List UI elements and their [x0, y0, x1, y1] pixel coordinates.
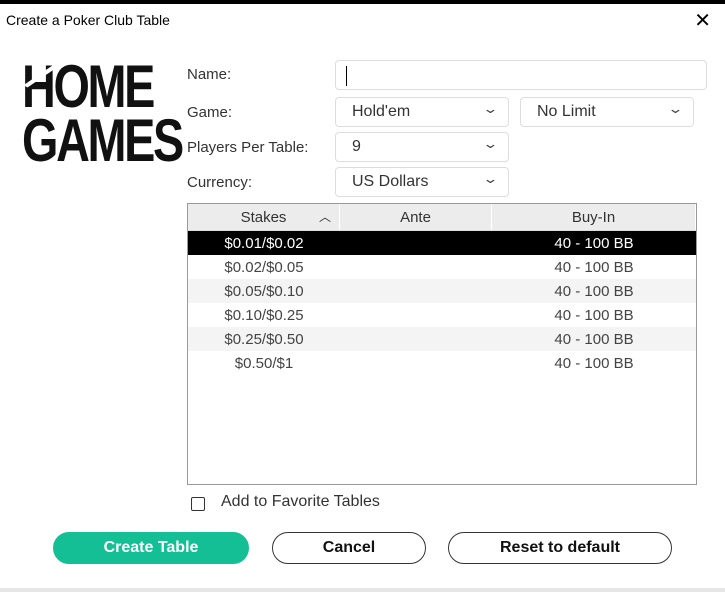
game-label: Game: [187, 104, 233, 121]
sort-ascending-icon: ︿ [318, 210, 331, 224]
players-value: 9 [352, 138, 361, 155]
buyin-cell: 40 - 100 BB [554, 330, 634, 348]
chevron-down-icon: ⌄ [482, 171, 499, 186]
chevron-down-icon: ⌄ [482, 101, 499, 116]
limit-select[interactable]: No Limit ⌄ [520, 97, 694, 127]
limit-value: No Limit [537, 103, 596, 120]
table-row[interactable]: $0.01/$0.02 40 - 100 BB [188, 231, 696, 255]
stakes-cell: $0.25/$0.50 [224, 330, 304, 348]
chevron-down-icon: ⌄ [667, 101, 684, 116]
game-select[interactable]: Hold'em ⌄ [335, 97, 509, 127]
currency-select[interactable]: US Dollars ⌄ [335, 167, 509, 197]
table-row[interactable]: $0.10/$0.25 40 - 100 BB [188, 303, 696, 327]
name-input[interactable] [335, 60, 707, 90]
header-ante[interactable]: Ante [340, 204, 492, 230]
currency-value: US Dollars [352, 173, 429, 190]
table-row[interactable]: $0.02/$0.05 40 - 100 BB [188, 255, 696, 279]
header-stakes-label: Stakes [240, 209, 287, 226]
cancel-button[interactable]: Cancel [272, 532, 426, 564]
game-value: Hold'em [352, 103, 411, 120]
close-icon[interactable]: ✕ [694, 8, 711, 33]
buyin-cell: 40 - 100 BB [554, 234, 634, 252]
bottom-edge [0, 588, 725, 592]
table-row[interactable]: $0.05/$0.10 40 - 100 BB [188, 279, 696, 303]
header-buyin-label: Buy-In [571, 209, 616, 226]
favorite-label: Add to Favorite Tables [221, 493, 380, 510]
title-bar: Create a Poker Club Table ✕ [0, 4, 725, 36]
buyin-cell: 40 - 100 BB [554, 258, 634, 276]
stakes-cell: $0.50/$1 [234, 354, 294, 372]
buyin-cell: 40 - 100 BB [554, 306, 634, 324]
table-row[interactable]: $0.50/$1 40 - 100 BB [188, 351, 696, 375]
stakes-cell: $0.05/$0.10 [224, 282, 304, 300]
home-games-logo: HOME GAMES [22, 53, 184, 174]
currency-label: Currency: [187, 174, 253, 191]
players-select[interactable]: 9 ⌄ [335, 132, 509, 162]
players-label: Players Per Table: [187, 139, 309, 156]
buyin-cell: 40 - 100 BB [554, 282, 634, 300]
name-label: Name: [187, 66, 232, 83]
stakes-cell: $0.02/$0.05 [224, 258, 304, 276]
buyin-cell: 40 - 100 BB [554, 354, 634, 372]
create-table-button[interactable]: Create Table [53, 532, 249, 564]
favorite-checkbox[interactable] [191, 497, 205, 511]
chevron-down-icon: ⌄ [482, 136, 499, 151]
header-buyin[interactable]: Buy-In [492, 204, 696, 230]
table-header: Stakes ︿ Ante Buy-In [188, 204, 696, 231]
stakes-table: Stakes ︿ Ante Buy-In $0.01/$0.02 40 - 100 … [187, 203, 697, 485]
text-cursor [346, 66, 347, 86]
stakes-cell: $0.01/$0.02 [224, 234, 304, 252]
header-stakes[interactable]: Stakes ︿ [188, 204, 340, 230]
table-row[interactable]: $0.25/$0.50 40 - 100 BB [188, 327, 696, 351]
table-body: $0.01/$0.02 40 - 100 BB $0.02/$0.05 40 - 10… [188, 231, 696, 375]
stakes-cell: $0.10/$0.25 [224, 306, 304, 324]
reset-to-default-button[interactable]: Reset to default [448, 532, 672, 564]
header-ante-label: Ante [400, 209, 431, 226]
window-title: Create a Poker Club Table [6, 12, 170, 28]
